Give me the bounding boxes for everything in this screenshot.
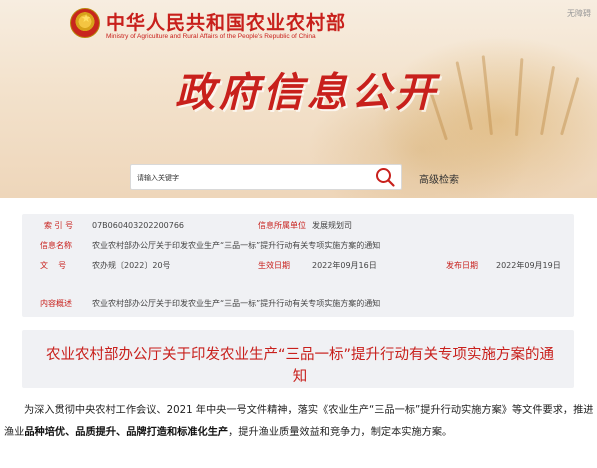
doc-value: 农办规〔2022〕20号 bbox=[92, 261, 171, 270]
doc-label: 文 号 bbox=[40, 261, 67, 270]
info-row-name: 信息名称 农业农村部办公厅关于印发农业生产“三品一标”提升行动有关专项实施方案的… bbox=[22, 236, 574, 256]
ministry-name-cn[interactable]: 中华人民共和国农业农村部 bbox=[106, 8, 346, 35]
index-value: 07B060403202200766 bbox=[92, 221, 185, 230]
info-row-doc: 文 号 农办规〔2022〕20号 生效日期 2022年09月16日 发布日期 2… bbox=[22, 256, 574, 276]
wheat-decoration bbox=[515, 58, 524, 137]
info-row-summary: 内容概述 农业农村部办公厅关于印发农业生产“三品一标”提升行动有关专项实施方案的… bbox=[22, 294, 574, 314]
body-paragraph: 为深入贯彻中央农村工作会议、2021 年中央一号文件精神，落实《农业生产“三品一… bbox=[4, 400, 594, 444]
summary-label: 内容概述 bbox=[40, 299, 72, 308]
wheat-decoration bbox=[540, 65, 556, 136]
info-row-index: 索 引 号 07B060403202200766 信息所属单位 发展规划司 bbox=[22, 216, 574, 236]
name-label: 信息名称 bbox=[40, 241, 72, 250]
info-table: 索 引 号 07B060403202200766 信息所属单位 发展规划司 信息… bbox=[22, 214, 574, 317]
effective-date-value: 2022年09月16日 bbox=[312, 261, 377, 270]
source-label: 信息所属单位 bbox=[258, 221, 306, 230]
notice-title: 农业农村部办公厅关于印发农业生产“三品一标”提升行动有关专项实施方案的通知 bbox=[45, 347, 555, 385]
search-input[interactable] bbox=[137, 170, 367, 186]
section-title: 政府信息公开 bbox=[175, 70, 439, 116]
wheat-decoration bbox=[455, 61, 473, 131]
publish-date-label: 发布日期 bbox=[446, 261, 478, 270]
index-label: 索 引 号 bbox=[44, 221, 74, 230]
summary-value: 农业农村部办公厅关于印发农业生产“三品一标”提升行动有关专项实施方案的通知 bbox=[92, 299, 381, 308]
body-text-part2: ，提升渔业质量效益和竞争力，制定本实施方案。 bbox=[228, 427, 453, 438]
wheat-decoration bbox=[481, 55, 493, 136]
source-value: 发展规划司 bbox=[312, 221, 352, 230]
search-box[interactable] bbox=[130, 164, 402, 190]
national-emblem-icon: ★ bbox=[70, 8, 100, 38]
effective-date-label: 生效日期 bbox=[258, 261, 290, 270]
accessibility-link[interactable]: 无障碍 bbox=[567, 8, 591, 19]
wheat-decoration bbox=[560, 76, 580, 136]
ministry-name-en: Ministry of Agriculture and Rural Affair… bbox=[106, 33, 316, 40]
advanced-search-link[interactable]: 高级检索 bbox=[419, 171, 459, 186]
name-value: 农业农村部办公厅关于印发农业生产“三品一标”提升行动有关专项实施方案的通知 bbox=[92, 241, 381, 250]
search-icon[interactable] bbox=[374, 166, 396, 188]
body-text-bold: 品种培优、品质提升、品牌打造和标准化生产 bbox=[24, 427, 229, 438]
publish-date-value: 2022年09月19日 bbox=[496, 261, 561, 270]
